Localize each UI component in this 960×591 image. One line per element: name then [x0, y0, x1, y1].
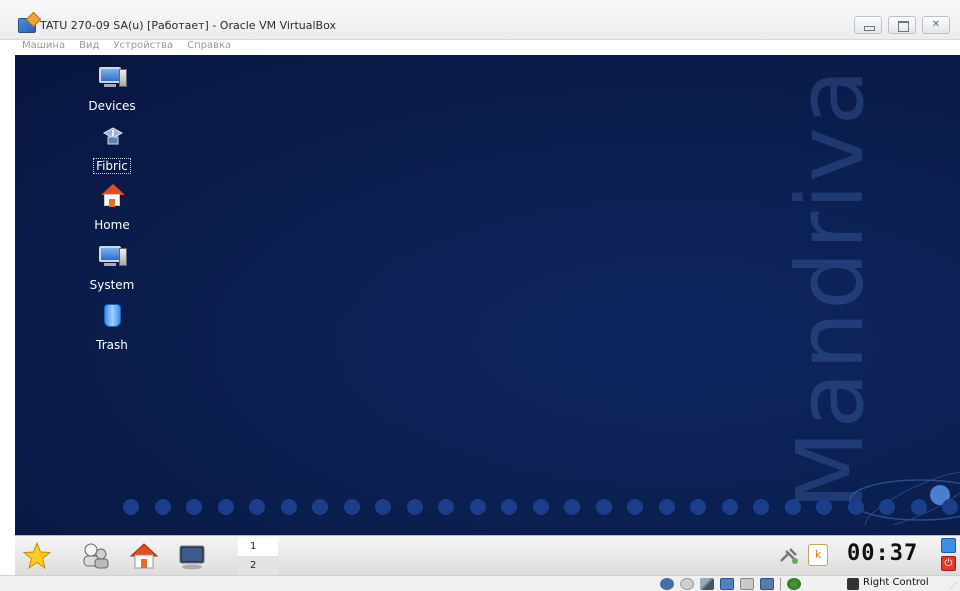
host-key-icon [847, 578, 859, 590]
user-switch-icon[interactable] [80, 541, 110, 571]
home-icon[interactable] [129, 541, 159, 571]
decorative-dot [753, 499, 769, 515]
maximize-button[interactable] [888, 16, 916, 34]
workspace-pager: 1 2 [238, 537, 278, 575]
home-folder-icon [99, 184, 125, 208]
decorative-dot [123, 499, 139, 515]
mandriva-watermark: Mandriva [777, 67, 885, 510]
computer-icon [99, 65, 127, 89]
decorative-dot [564, 499, 580, 515]
desktop-icon-home[interactable]: Home [72, 184, 152, 233]
decorative-dot [186, 499, 202, 515]
menu-help[interactable]: Справка [187, 40, 231, 54]
menu-machine[interactable]: Машина [22, 40, 65, 54]
network-adapter-icon[interactable] [720, 578, 734, 590]
window-title: TATU 270-09 SA(u) [Работает] - Oracle VM… [40, 19, 336, 32]
virtualization-icon[interactable] [787, 578, 801, 590]
trash-icon [99, 304, 125, 328]
decorative-dot [879, 499, 895, 515]
network-plug-icon[interactable] [778, 545, 800, 567]
desktop-icon-label: System [89, 278, 135, 292]
decorative-dot [627, 499, 643, 515]
decorative-dot [690, 499, 706, 515]
decorative-dot [910, 499, 927, 515]
decorative-dot [847, 499, 864, 515]
desktop-icon-label: Fibric [93, 158, 131, 174]
star-menu-icon[interactable] [22, 541, 52, 571]
decorative-dot [249, 499, 265, 515]
minimize-button[interactable] [854, 16, 882, 34]
window-titlebar[interactable]: TATU 270-09 SA(u) [Работает] - Oracle VM… [0, 0, 960, 40]
desktop-icon-label: Home [94, 218, 130, 232]
desktop-icon-system[interactable]: System [72, 244, 152, 293]
decorative-dot [501, 499, 517, 515]
workspace-2[interactable]: 2 [238, 556, 278, 575]
decorative-dot [312, 499, 328, 515]
window-controls: ✕ [854, 16, 950, 34]
menu-view[interactable]: Вид [79, 40, 99, 54]
workspace-1[interactable]: 1 [238, 537, 278, 556]
host-key-label: Right Control [863, 577, 929, 588]
decorative-dot [343, 499, 360, 515]
close-button[interactable]: ✕ [922, 16, 950, 34]
lock-screen-icon[interactable] [941, 538, 956, 553]
desktop-icon-devices[interactable]: Devices [72, 65, 152, 114]
guest-desktop[interactable]: Mandriva Devices Fibric Home System Tras… [15, 55, 960, 535]
resize-grip-icon[interactable]: ⋰ [949, 581, 957, 590]
decorative-dot [658, 499, 675, 515]
decorative-dot [280, 499, 297, 515]
guest-taskbar: 1 2 k 00:37 ⏻ [15, 535, 960, 575]
clock[interactable]: 00:37 [847, 541, 918, 566]
display-icon[interactable] [760, 578, 774, 590]
decorative-dot [721, 499, 738, 515]
decorative-dot [784, 499, 801, 515]
decorative-dot [532, 499, 549, 515]
decorative-dot [438, 499, 454, 515]
virtualbox-icon [18, 18, 36, 33]
desktop-icon-label: Trash [96, 338, 128, 352]
desktop-icon-trash[interactable]: Trash [72, 304, 152, 353]
vm-device-indicators [660, 578, 801, 590]
vm-statusbar: Right Control ⋰ [0, 575, 960, 591]
hard-disk-icon[interactable] [660, 578, 674, 590]
decorative-dot-row [15, 495, 960, 519]
decorative-dot [595, 499, 612, 515]
decorative-dot [816, 499, 832, 515]
power-icon[interactable]: ⏻ [941, 556, 956, 571]
decorative-dot [375, 499, 391, 515]
menu-devices[interactable]: Устройства [113, 40, 173, 54]
desktop-icon-fibric[interactable]: Fibric [72, 125, 152, 174]
desktop-icon-label: Devices [88, 99, 136, 113]
terminal-icon[interactable] [177, 541, 207, 571]
decorative-dot [469, 499, 486, 515]
klipper-icon[interactable]: k [808, 544, 828, 566]
decorative-dot [217, 499, 234, 515]
menubar: Машина Вид Устройства Справка [22, 40, 245, 54]
usb-icon[interactable] [700, 578, 714, 590]
computer-icon [99, 244, 127, 268]
network-icon [99, 125, 125, 149]
optical-drive-icon[interactable] [680, 578, 694, 590]
decorative-dot [154, 499, 171, 515]
divider [780, 578, 781, 590]
shared-folders-icon[interactable] [740, 578, 754, 590]
decorative-dot [942, 499, 958, 515]
decorative-dot [406, 499, 423, 515]
